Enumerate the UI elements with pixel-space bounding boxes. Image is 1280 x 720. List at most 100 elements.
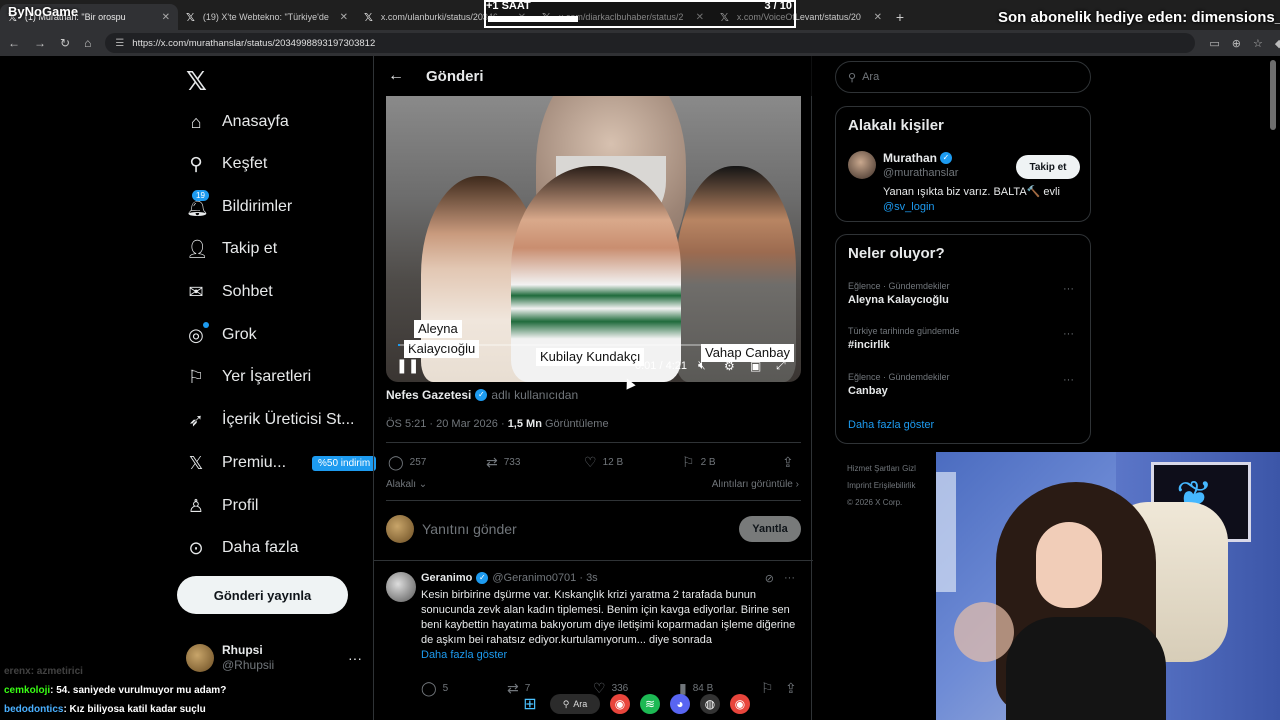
taskbar-search[interactable]: ⚲ Ara: [550, 694, 600, 714]
discord-icon[interactable]: ◕: [670, 694, 690, 714]
sort-related-dropdown[interactable]: Alakalı ⌄: [386, 479, 427, 490]
reply-action[interactable]: ◯ 257: [388, 454, 426, 471]
star-icon[interactable]: ☆: [1253, 37, 1263, 50]
more-horizontal-icon[interactable]: ···: [1063, 283, 1074, 295]
share-action[interactable]: ⇪: [785, 680, 797, 697]
share-icon: ⇪: [782, 454, 794, 470]
footer-link[interactable]: Hizmet Şartları: [847, 464, 900, 473]
repost-action[interactable]: ⇄ 733: [486, 454, 520, 471]
pip-icon[interactable]: ▣: [750, 359, 761, 373]
more-horizontal-icon[interactable]: ···: [784, 572, 795, 585]
sort-label: Alakalı: [386, 479, 417, 490]
avatar[interactable]: [386, 572, 416, 602]
source-name[interactable]: Nefes Gazetesi: [386, 388, 471, 402]
share-action[interactable]: ⇪: [782, 454, 794, 471]
bookmark-icon: ⚐: [682, 454, 695, 470]
post-time[interactable]: ÖS 5:21 · 20 Mar 2026 ·: [386, 418, 505, 430]
post-actions: ◯ 257 ⇄ 733 ♡ 12 B ⚐ 2 B ⇪: [386, 454, 801, 470]
footer-link[interactable]: Imprint: [847, 481, 871, 490]
back-icon[interactable]: ←: [8, 36, 20, 50]
chrome-icon[interactable]: ◉: [610, 694, 630, 714]
obs-icon[interactable]: ◍: [700, 694, 720, 714]
cast-icon[interactable]: ▭: [1209, 37, 1219, 50]
video-caption: Aleyna: [414, 320, 462, 338]
footer-link[interactable]: Gizl: [902, 464, 916, 473]
nav-item-grok[interactable]: ◎ Grok: [186, 315, 257, 355]
chat-text: : 54. saniyede vurulmuyor mu adam?: [50, 685, 227, 696]
account-switcher[interactable]: Rhupsi @Rhupsii ···: [186, 640, 362, 676]
show-more-link[interactable]: Daha fazla göster: [421, 648, 799, 663]
zoom-icon[interactable]: ⊕: [1232, 37, 1241, 50]
reply-text: Kesin birbirine dşürme var. Kıskançlık k…: [421, 589, 796, 646]
tab-close-icon[interactable]: ✕: [340, 12, 348, 23]
verified-badge-icon: ✓: [475, 389, 488, 401]
trend-item[interactable]: Eğlence · Gündemdekiler Canbay ···: [848, 372, 1080, 397]
like-action[interactable]: ♡ 12 B: [584, 454, 623, 471]
site-info-icon[interactable]: ☰: [115, 38, 124, 49]
timer-count: 3 / 10: [764, 0, 792, 12]
extension-icon[interactable]: ◆: [1275, 37, 1280, 50]
scrollbar-thumb[interactable]: [1270, 60, 1276, 130]
view-quotes-link[interactable]: Alıntıları görüntüle ›: [712, 479, 799, 490]
more-horizontal-icon[interactable]: ···: [1063, 328, 1074, 340]
nav-item-follow[interactable]: 👤︎ Takip et: [186, 229, 277, 269]
pause-icon[interactable]: ❚❚: [396, 357, 419, 374]
windows-start-icon[interactable]: ⊞: [520, 694, 540, 714]
chat-user: erenx: [4, 666, 31, 677]
back-arrow-icon[interactable]: ←: [388, 67, 404, 85]
tab-close-icon[interactable]: ✕: [874, 12, 882, 23]
nav-item-home[interactable]: ⌂ Anasayfa: [186, 102, 289, 142]
reply-input[interactable]: Yanıtını gönder: [422, 521, 517, 537]
post-button[interactable]: Gönderi yayınla: [177, 576, 348, 614]
url-field[interactable]: ☰ https://x.com/murathanslar/status/2034…: [105, 33, 1196, 53]
new-tab-icon[interactable]: +: [890, 4, 910, 30]
video-player[interactable]: Aleyna Kalaycıoğlu Kubilay Kundakçı Vaha…: [386, 96, 801, 382]
author-name[interactable]: Geranimo: [421, 572, 472, 584]
chat-message: bedodontics: Kız biliyosa katil kadar su…: [4, 704, 206, 715]
footer-link[interactable]: Erişilebilirlik: [874, 481, 916, 490]
reply-action[interactable]: ◯ 5: [421, 680, 448, 697]
mute-icon[interactable]: 🔇︎: [698, 358, 706, 373]
bookmark-action[interactable]: ⚐ 2 B: [682, 454, 716, 471]
account-name: Rhupsi: [222, 643, 263, 657]
page-title: Gönderi: [426, 67, 484, 85]
search-placeholder: Ara: [862, 71, 880, 83]
follow-button[interactable]: Takip et: [1016, 155, 1080, 179]
webcam-streamer: [1006, 617, 1166, 720]
trend-item[interactable]: Türkiye tarihinde gündemde #incirlik ···: [848, 326, 1080, 351]
nav-item-notifications[interactable]: 🔔︎ 19 Bildirimler: [186, 187, 292, 227]
reply-post-text: Kesin birbirine dşürme var. Kıskançlık k…: [421, 588, 799, 663]
like-count: 12 B: [602, 457, 624, 468]
person-name-row: Murathan ✓: [883, 151, 952, 165]
person-bio-link[interactable]: @sv_login: [883, 201, 935, 213]
trend-item[interactable]: Eğlence · Gündemdekiler Aleyna Kalaycıoğ…: [848, 281, 1080, 306]
x-logo-icon[interactable]: 𝕏: [186, 66, 207, 97]
spotify-icon[interactable]: ≋: [640, 694, 660, 714]
video-progress-bar[interactable]: [398, 344, 788, 346]
tab-close-icon[interactable]: ✕: [162, 12, 170, 23]
nav-item-explore[interactable]: ⚲ Keşfet: [186, 144, 267, 184]
forward-icon[interactable]: →: [34, 36, 46, 50]
nav-item-profile[interactable]: ♙ Profil: [186, 486, 259, 526]
nav-item-premium[interactable]: 𝕏 Premiu... %50 indirim: [186, 443, 377, 483]
more-horizontal-icon[interactable]: ···: [348, 650, 362, 666]
fullscreen-icon[interactable]: ⤢: [776, 358, 786, 373]
nav-item-bookmarks[interactable]: ⚐ Yer İşaretleri: [186, 357, 311, 397]
browser-tab[interactable]: 𝕏 (19) X'te Webtekno: "Türkiye'de ✕: [178, 4, 356, 30]
grok-icon[interactable]: ⊘: [765, 572, 774, 585]
nav-item-messages[interactable]: ✉ Sohbet: [186, 272, 272, 312]
nav-item-more[interactable]: ⊙ Daha fazla: [186, 528, 298, 568]
nav-item-creator-studio[interactable]: ➶ İçerik Üreticisi St...: [186, 400, 354, 440]
repost-icon: ⇄: [507, 680, 519, 696]
reload-icon[interactable]: ↻: [60, 36, 70, 50]
avatar[interactable]: [848, 151, 876, 179]
trends-show-more-link[interactable]: Daha fazla göster: [848, 419, 934, 431]
settings-gear-icon[interactable]: ⚙: [724, 359, 735, 373]
chrome-icon[interactable]: ◉: [730, 694, 750, 714]
search-input[interactable]: ⚲ Ara: [835, 61, 1091, 93]
more-horizontal-icon[interactable]: ···: [1063, 374, 1074, 386]
page-scrollbar[interactable]: [1270, 60, 1278, 460]
reply-button[interactable]: Yanıtla: [739, 516, 801, 542]
views-label: Görüntüleme: [544, 418, 609, 430]
home-icon[interactable]: ⌂: [84, 36, 91, 50]
